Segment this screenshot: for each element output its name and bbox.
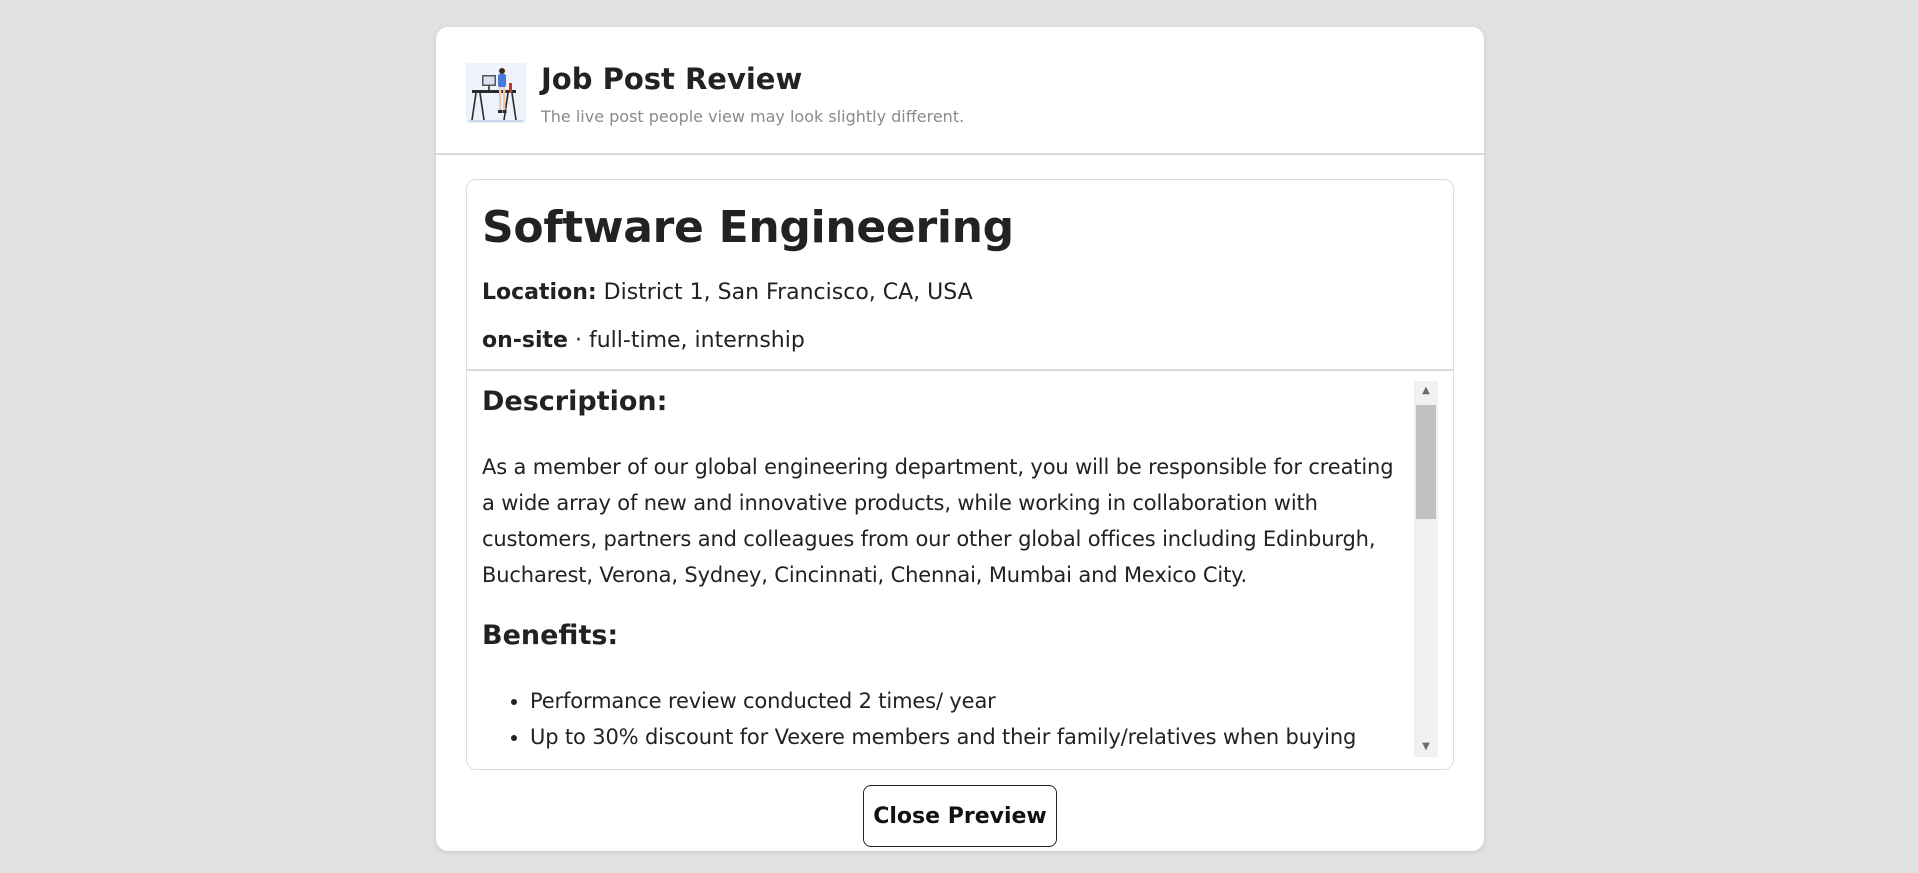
location-label: Location: (482, 280, 597, 305)
scroll-up-arrow-icon[interactable]: ▲ (1414, 381, 1438, 401)
workplace-type: on-site (482, 328, 568, 353)
benefits-heading: Benefits: (482, 620, 619, 651)
job-type-line: on-site · full-time, internship (482, 328, 805, 353)
scroll-down-arrow-icon[interactable]: ▼ (1414, 737, 1438, 757)
modal-header: Job Post Review The live post people vie… (436, 27, 1484, 155)
job-post-preview: Software Engineering Location: District … (466, 179, 1454, 770)
benefits-list: Performance review conducted 2 times/ ye… (482, 683, 1402, 755)
scrollbar-thumb[interactable] (1416, 405, 1436, 519)
type-separator: · (574, 328, 582, 353)
vertical-scrollbar[interactable]: ▲ ▼ (1414, 381, 1438, 757)
person-at-desk-illustration-icon (466, 63, 526, 123)
modal-title: Job Post Review (541, 62, 803, 96)
close-preview-button[interactable]: Close Preview (863, 785, 1057, 847)
job-title: Software Engineering (482, 202, 1014, 253)
job-post-body-content: Description: As a member of our global e… (482, 385, 1402, 755)
location-value: District 1, San Francisco, CA, USA (603, 280, 973, 305)
job-location: Location: District 1, San Francisco, CA,… (482, 280, 973, 305)
job-post-summary: Software Engineering Location: District … (467, 180, 1453, 371)
job-post-body-scroll-area[interactable]: Description: As a member of our global e… (467, 371, 1453, 769)
description-text: As a member of our global engineering de… (482, 455, 1394, 587)
benefit-item: Up to 30% discount for Vexere members an… (530, 719, 1402, 755)
description-heading: Description: (482, 386, 668, 417)
benefit-item: Performance review conducted 2 times/ ye… (530, 683, 1402, 719)
job-post-review-modal: Job Post Review The live post people vie… (436, 27, 1484, 851)
employment-types: full-time, internship (588, 328, 805, 353)
modal-subtitle: The live post people view may look sligh… (541, 107, 965, 126)
